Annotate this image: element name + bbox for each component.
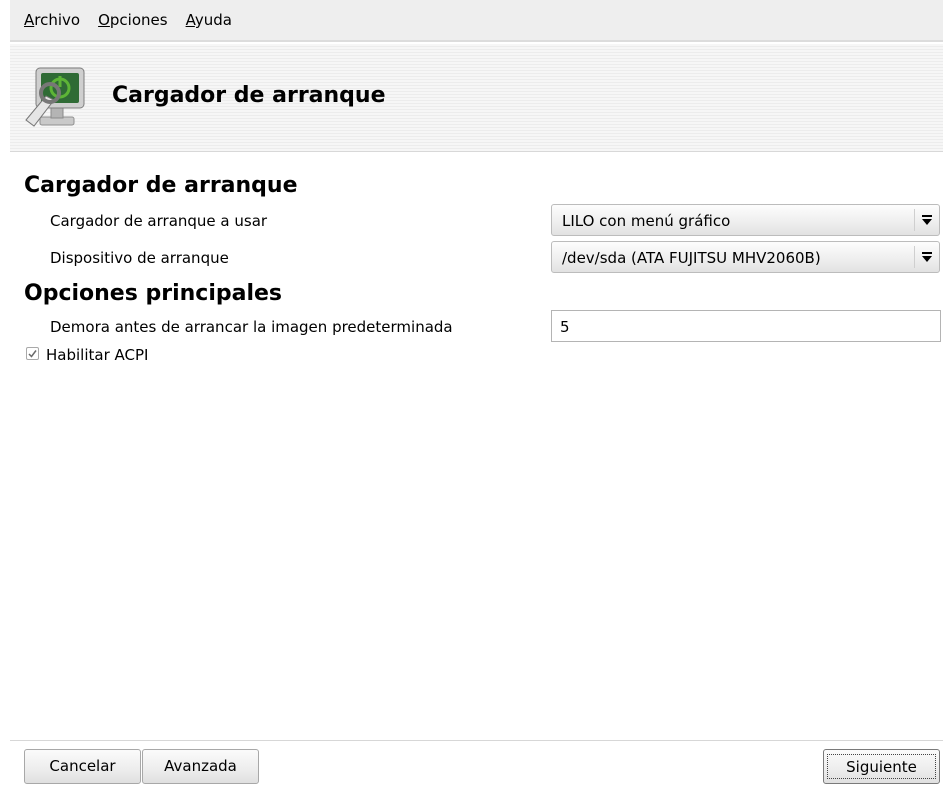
boot-delay-input[interactable] [560, 317, 920, 337]
menu-opciones[interactable]: Opciones [98, 10, 167, 30]
section-title-main-options: Opciones principales [24, 281, 283, 306]
dropdown-arrow-icon [914, 246, 939, 268]
boot-device-label: Dispositivo de arranque [50, 249, 229, 267]
next-button[interactable]: Siguiente [823, 749, 940, 784]
acpi-checkbox[interactable] [26, 347, 39, 360]
menu-opciones-label: pciones [109, 11, 168, 29]
boot-delay-field[interactable] [551, 310, 941, 342]
page-title: Cargador de arranque [112, 83, 386, 108]
check-icon [28, 350, 37, 358]
menu-ayuda-label: yuda [194, 11, 232, 29]
menu-ayuda[interactable]: Ayuda [186, 10, 232, 30]
boot-device-value: /dev/sda (ATA FUJITSU MHV2060B) [562, 249, 821, 267]
cancel-button[interactable]: Cancelar [24, 749, 141, 784]
menu-archivo[interactable]: Archivo [24, 10, 80, 30]
menu-ayuda-mnemonic: A [185, 11, 195, 29]
menu-archivo-mnemonic: A [24, 11, 35, 29]
next-button-label: Siguiente [827, 754, 936, 779]
menu-archivo-label: rchivo [34, 11, 81, 29]
footer-divider [10, 740, 943, 741]
page-header: Cargador de arranque [10, 44, 943, 152]
boot-device-select[interactable]: /dev/sda (ATA FUJITSU MHV2060B) [551, 241, 940, 273]
bootloader-type-select[interactable]: LILO con menú gráfico [551, 204, 940, 236]
boot-delay-label: Demora antes de arrancar la imagen prede… [50, 318, 453, 336]
advanced-button[interactable]: Avanzada [142, 749, 259, 784]
bootloader-config-window: Archivo Opciones Ayuda Cargador de arran… [0, 0, 943, 795]
bootloader-power-monitor-icon [25, 67, 85, 127]
section-title-bootloader: Cargador de arranque [24, 173, 298, 198]
dropdown-arrow-icon [914, 209, 939, 231]
bootloader-type-label: Cargador de arranque a usar [50, 212, 268, 230]
bootloader-type-value: LILO con menú gráfico [562, 212, 731, 230]
acpi-label[interactable]: Habilitar ACPI [46, 345, 148, 365]
menu-opciones-mnemonic: O [98, 11, 110, 29]
menubar: Archivo Opciones Ayuda [10, 0, 943, 42]
